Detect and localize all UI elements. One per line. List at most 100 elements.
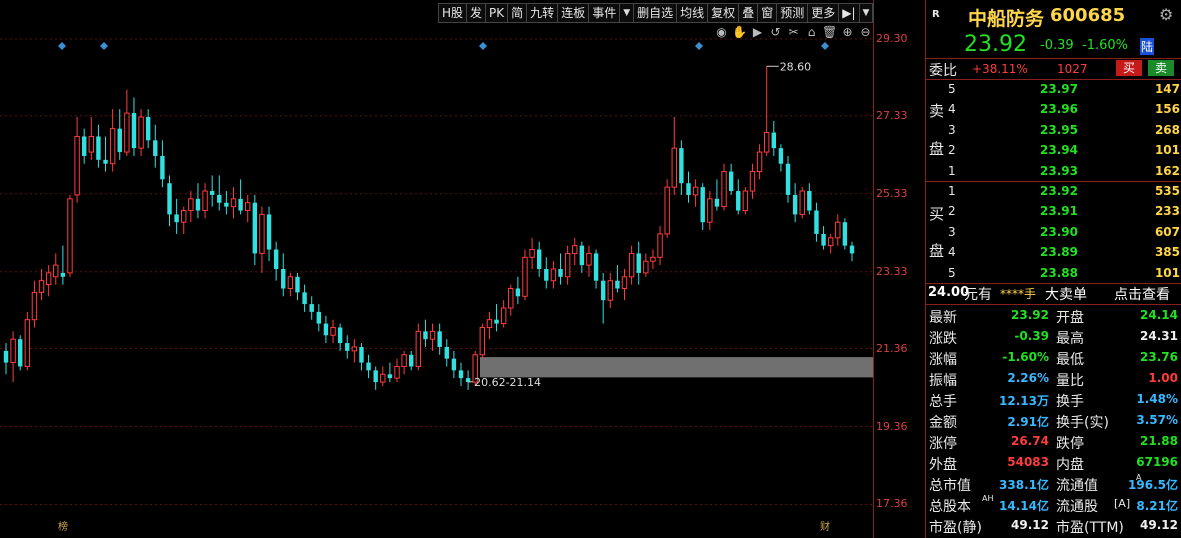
price-change-pct: -1.60% [1082, 38, 1128, 53]
candle-body [707, 198, 713, 223]
weibi-num: 1027 [1057, 62, 1088, 76]
ask-row[interactable]: 2 23.94 101 [948, 140, 1180, 160]
bigorder-link[interactable]: 点击查看 [1114, 284, 1170, 304]
candle-body [359, 346, 364, 363]
ask-row[interactable]: 4 23.96 156 [948, 99, 1180, 119]
play-icon[interactable]: ▶ [750, 25, 765, 40]
delete-icon[interactable]: 🗑 [822, 25, 837, 40]
toolbar-item[interactable]: 事件 [589, 4, 621, 22]
scissors-icon[interactable]: ✂ [786, 25, 801, 40]
bid-row[interactable]: 2 23.91 233 [948, 201, 1180, 221]
bid-row[interactable]: 3 23.90 607 [948, 222, 1180, 242]
ask-row[interactable]: 5 23.97 147 [948, 79, 1180, 99]
candle-body [53, 264, 59, 278]
candle-body [643, 260, 649, 274]
quote-label: 换手(实) [1056, 415, 1109, 431]
price-change: -0.39 [1040, 38, 1074, 53]
bid-idx: 4 [948, 245, 956, 260]
ask-row[interactable]: 1 23.93 162 [948, 161, 1180, 181]
dropdown-arrow-icon[interactable]: ▼ [860, 4, 874, 22]
candle-body [138, 116, 144, 149]
quote-value: 21.88 [1140, 434, 1178, 448]
candle-body [316, 311, 322, 324]
ask-price: 23.94 [1040, 143, 1078, 158]
toolbar-item[interactable]: PK [486, 4, 509, 22]
candle-body [657, 233, 663, 258]
quote-label: 金额 [929, 415, 957, 431]
bigorder-price: 24.00 [928, 285, 970, 300]
quote-superscript: AH [982, 494, 994, 503]
candle-body [814, 210, 819, 234]
candle-body [181, 210, 187, 223]
candle-body [195, 198, 201, 211]
quote-value: 23.76 [1140, 350, 1178, 364]
toolbar-item[interactable]: 发 [467, 4, 487, 22]
toolbar-item[interactable]: H股 [439, 4, 468, 22]
candle-body [103, 159, 108, 164]
bid-row[interactable]: 1 23.92 535 [948, 181, 1180, 201]
ask-price: 23.97 [1040, 82, 1078, 96]
toolbar-item[interactable]: 删自选 [634, 4, 678, 22]
price-tick-label: 17.36 [876, 497, 908, 511]
hand-icon[interactable]: ✋ [732, 25, 747, 40]
toolbar-item[interactable]: 简 [508, 4, 528, 22]
candle-body [500, 307, 507, 325]
chart-tools: ◉ ✋ ▶ ↺ ✂ ⌂ 🗑 ⊕ ⊖ [714, 25, 873, 40]
bid-row[interactable]: 5 23.88 101 [948, 263, 1180, 283]
gear-icon[interactable]: ⚙ [1159, 5, 1173, 24]
bid-price: 23.89 [1040, 245, 1078, 260]
candle-body [45, 272, 52, 286]
eye-icon[interactable]: ◉ [714, 25, 729, 40]
zoom-out-icon[interactable]: ⊖ [858, 25, 873, 40]
quote-value: 338.1亿 [999, 478, 1049, 492]
quote-label: 换手 [1056, 394, 1084, 410]
sell-button[interactable]: 卖 [1148, 60, 1174, 76]
quote-value: 26.74 [1011, 434, 1049, 448]
zoom-in-icon[interactable]: ⊕ [840, 25, 855, 40]
toolbar-item[interactable]: 更多 [808, 4, 840, 22]
candle-body [508, 287, 514, 309]
buy-button[interactable]: 买 [1116, 60, 1142, 76]
candle-body [217, 194, 222, 203]
candle-body [827, 237, 834, 247]
candle-body [124, 112, 130, 153]
candle-body [202, 190, 208, 212]
candle-body [785, 163, 791, 195]
lock-icon[interactable]: ⌂ [804, 25, 819, 40]
quote-label: 总手 [929, 394, 957, 410]
dropdown-arrow-icon[interactable]: ▼ [620, 4, 635, 22]
weibi-label: 委比 [929, 63, 957, 79]
candle-body [593, 253, 599, 281]
toolbar-item[interactable]: 窗 [758, 4, 778, 22]
candle-body [771, 132, 777, 149]
toolbar-item[interactable]: 叠 [739, 4, 759, 22]
toolbar-item[interactable]: 均线 [677, 4, 709, 22]
bid-idx: 5 [948, 265, 956, 280]
candle-body [636, 253, 641, 273]
candle-body [444, 346, 449, 359]
finance-marker[interactable]: 财 [819, 522, 831, 534]
rank-marker[interactable]: 榜 [57, 522, 69, 534]
bid-row[interactable]: 4 23.89 385 [948, 242, 1180, 262]
candle-body [778, 148, 784, 164]
ask-row[interactable]: 3 23.95 268 [948, 120, 1180, 140]
toolbar-item[interactable]: 预测 [777, 4, 809, 22]
toolbar-item[interactable]: 九转 [527, 4, 559, 22]
quote-value: 24.14 [1140, 308, 1178, 322]
market-badge: 陆 [1140, 38, 1155, 55]
bid-idx: 3 [948, 224, 956, 239]
candle-body [564, 252, 571, 278]
candle-body [615, 280, 620, 289]
quote-value: 67196 [1136, 455, 1178, 469]
quote-row: 金额 2.91亿 换手(实) 3.57% [926, 410, 1181, 431]
candle-body [351, 346, 358, 352]
kline-chart-area[interactable]: 28.60 20.62-21.14 H股发 PK 简九转 连板 事件 ▼ 删自选 均线 复权叠窗预… [0, 0, 925, 538]
undo-icon[interactable]: ↺ [768, 25, 783, 40]
toolbar-item[interactable]: 复权 [708, 4, 740, 22]
kline-chart[interactable]: 28.60 20.62-21.14 [0, 0, 925, 538]
toolbar-item[interactable]: ▶| [839, 4, 860, 22]
candle-body [756, 151, 763, 173]
quote-row: 涨跌 -0.39 最高 24.31 [926, 326, 1181, 347]
bid-vol: 535 [1154, 184, 1180, 198]
toolbar-item[interactable]: 连板 [558, 4, 590, 22]
